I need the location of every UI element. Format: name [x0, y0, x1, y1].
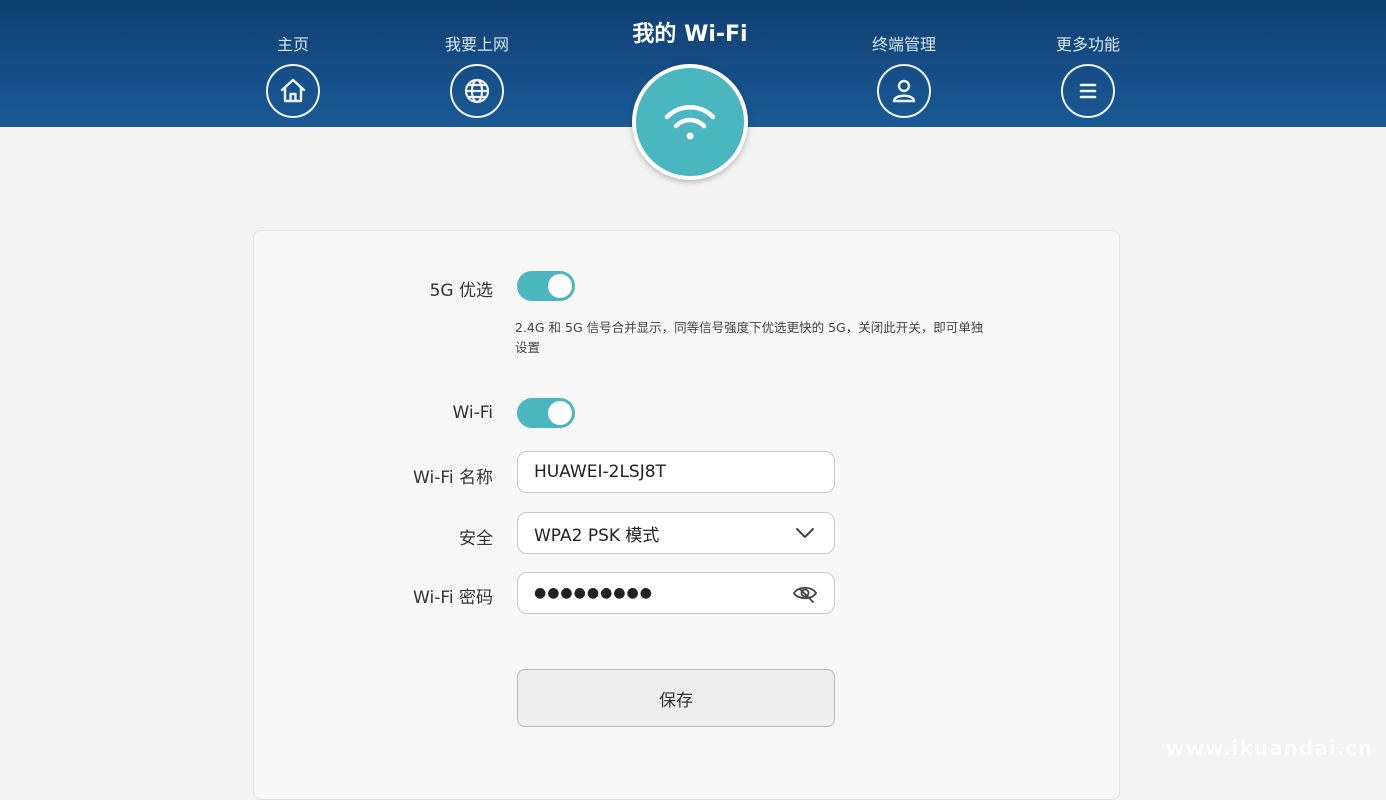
ssid-input[interactable]: HUAWEI-2LSJ8T — [517, 451, 835, 493]
chevron-down-icon — [796, 528, 814, 538]
nav-home-label: 主页 — [276, 35, 309, 54]
prefer-5g-toggle[interactable] — [517, 271, 575, 301]
wifi-switch-toggle[interactable] — [517, 398, 575, 428]
prefer-5g-label: 5G 优选 — [429, 281, 493, 301]
eye-off-icon[interactable] — [792, 580, 818, 606]
home-icon — [266, 64, 320, 118]
security-label: 安全 — [459, 529, 493, 549]
save-button[interactable]: 保存 — [517, 669, 835, 727]
nav-devices-label: 终端管理 — [871, 35, 936, 54]
nav-internet[interactable]: 我要上网 — [417, 34, 537, 118]
watermark-text: www.ikuandai.cn — [1166, 736, 1374, 760]
nav-more[interactable]: 更多功能 — [1028, 34, 1148, 118]
globe-icon — [450, 64, 504, 118]
ssid-value: HUAWEI-2LSJ8T — [534, 462, 666, 482]
password-value: ●●●●●●●●● — [534, 585, 653, 601]
password-label: Wi-Fi 密码 — [413, 588, 493, 608]
nav-devices[interactable]: 终端管理 — [844, 34, 964, 118]
nav-wifi-label: 我的 Wi-Fi — [632, 22, 748, 47]
wifi-icon[interactable] — [632, 64, 748, 180]
nav-more-label: 更多功能 — [1055, 35, 1120, 54]
toggle-knob — [548, 401, 572, 425]
wifi-switch-label: Wi-Fi — [452, 403, 493, 423]
ssid-label: Wi-Fi 名称 — [413, 468, 493, 488]
nav-internet-label: 我要上网 — [444, 35, 509, 54]
password-input[interactable]: ●●●●●●●●● — [517, 572, 835, 614]
security-select[interactable]: WPA2 PSK 模式 — [517, 512, 835, 554]
nav-home[interactable]: 主页 — [233, 34, 353, 118]
security-value: WPA2 PSK 模式 — [534, 525, 660, 546]
toggle-knob — [548, 274, 572, 298]
user-icon — [877, 64, 931, 118]
menu-icon — [1061, 64, 1115, 118]
prefer-5g-hint: 2.4G 和 5G 信号合并显示，同等信号强度下优选更快的 5G，关闭此开关，即… — [515, 320, 984, 355]
